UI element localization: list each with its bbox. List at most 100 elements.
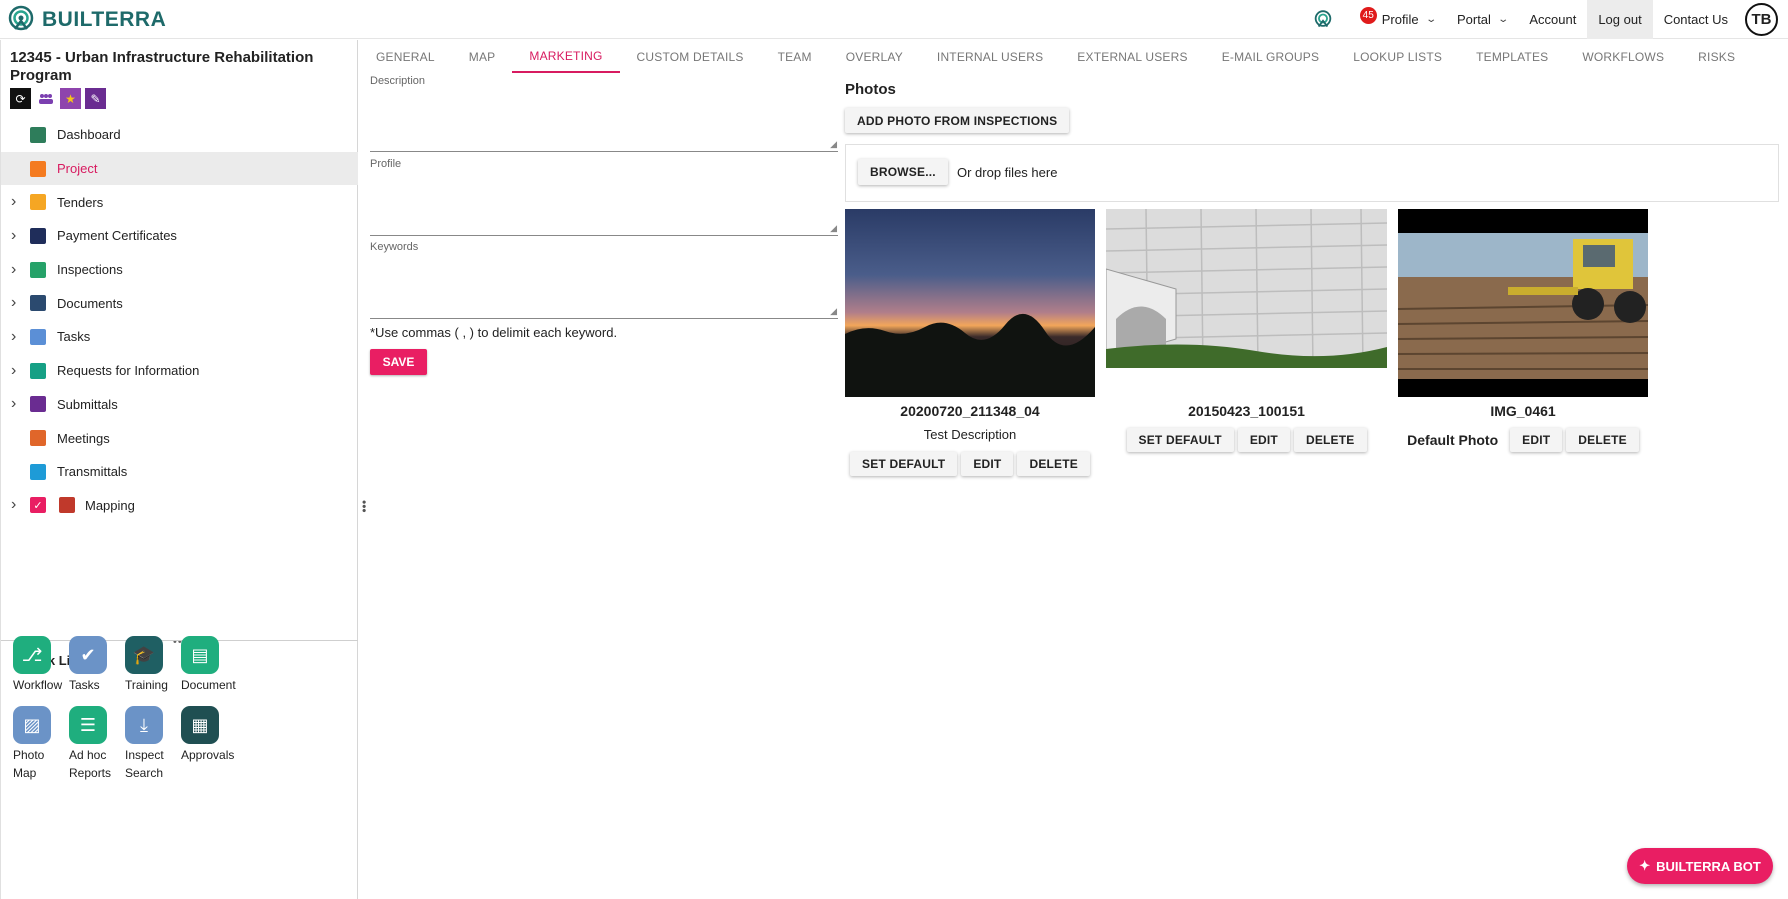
rfi-icon (30, 362, 46, 379)
edit-button[interactable]: EDIT (961, 452, 1014, 476)
chevron-right-icon[interactable]: › (11, 496, 16, 514)
quick-link-training[interactable]: 🎓 Training (125, 636, 183, 694)
builterra-logo[interactable]: BUILTERRA (6, 5, 166, 35)
delete-button[interactable]: DELETE (1017, 452, 1090, 476)
checkbox-icon[interactable]: ✓ (30, 497, 46, 514)
resize-grip-icon[interactable]: ◢ (830, 306, 837, 317)
keywords-hint: *Use commas ( , ) to delimit each keywor… (370, 325, 618, 340)
sidebar-item-tenders[interactable]: › Tenders (1, 185, 358, 219)
quick-link-label: Training (125, 678, 168, 692)
delete-button[interactable]: DELETE (1566, 428, 1639, 452)
tab-team[interactable]: TEAM (761, 40, 829, 73)
file-dropzone[interactable]: BROWSE... Or drop files here (845, 144, 1779, 202)
builterra-bot-button[interactable]: ✦ BUILTERRA BOT (1627, 848, 1773, 884)
account-link[interactable]: Account (1518, 0, 1587, 39)
vertical-splitter-handle[interactable]: ••• (357, 500, 371, 513)
resize-grip-icon[interactable]: ◢ (830, 223, 837, 234)
sidebar-item-requests-for-information[interactable]: › Requests for Information (1, 354, 358, 388)
edit-note-icon[interactable]: ✎ (85, 88, 106, 109)
quick-link-tasks[interactable]: ✔ Tasks (69, 636, 127, 694)
documents-icon (30, 295, 46, 312)
sidebar-item-label: Dashboard (57, 127, 121, 143)
description-field[interactable]: ◢ (370, 92, 838, 152)
users-icon[interactable] (35, 88, 56, 109)
quick-link-label: Approvals (181, 748, 235, 762)
quick-link-workflow[interactable]: ⎇ Workflow (13, 636, 71, 694)
resize-grip-icon[interactable]: ◢ (830, 139, 837, 150)
add-photo-from-inspections-button[interactable]: ADD PHOTO FROM INSPECTIONS (845, 108, 1070, 133)
sidebar-item-documents[interactable]: › Documents (1, 286, 358, 320)
tab-marketing[interactable]: MARKETING (512, 40, 620, 73)
profile-menu[interactable]: 45 Profile ⌄ (1350, 0, 1446, 39)
tab-templates[interactable]: TEMPLATES (1459, 40, 1565, 73)
tasks-check-icon[interactable]: ✔ (69, 636, 107, 674)
photo-map-icon[interactable]: ▨ (13, 706, 51, 744)
tab-map[interactable]: MAP (452, 40, 513, 73)
set-default-button[interactable]: SET DEFAULT (850, 452, 958, 476)
quick-link-ad-hoc-reports[interactable]: ☰ Ad hoc Reports (69, 706, 127, 782)
project-quick-icons: ⟳ ★ ✎ (10, 88, 106, 109)
brand-mini-icon[interactable] (1300, 0, 1350, 39)
refresh-icon[interactable]: ⟳ (10, 88, 31, 109)
sidebar-item-tasks[interactable]: › Tasks (1, 320, 358, 354)
star-icon[interactable]: ★ (60, 88, 81, 109)
logout-link[interactable]: Log out (1587, 0, 1653, 39)
sunset-photo[interactable] (845, 209, 1095, 397)
sidebar-item-dashboard[interactable]: Dashboard (1, 118, 358, 152)
tab-e-mail-groups[interactable]: E-MAIL GROUPS (1205, 40, 1337, 73)
sidebar-item-label: Tenders (57, 194, 104, 210)
tab-external-users[interactable]: EXTERNAL USERS (1060, 40, 1204, 73)
sidebar-item-inspections[interactable]: › Inspections (1, 253, 358, 287)
wall-photo[interactable] (1106, 209, 1387, 368)
sidebar-item-project[interactable]: Project (1, 151, 358, 186)
quick-link-inspect-search[interactable]: ⤓ Inspect Search (125, 706, 183, 782)
grader-photo[interactable] (1398, 209, 1648, 397)
document-tray-icon[interactable]: ▤ (181, 636, 219, 674)
sidebar-item-submittals[interactable]: › Submittals (1, 388, 358, 422)
tab-workflows[interactable]: WORKFLOWS (1565, 40, 1681, 73)
save-button[interactable]: SAVE (370, 349, 427, 375)
user-avatar[interactable]: TB (1745, 3, 1778, 36)
profile-field[interactable]: ◢ (370, 176, 838, 236)
keywords-field[interactable]: ◢ (370, 259, 838, 319)
quick-link-approvals[interactable]: ▦ Approvals (181, 706, 239, 764)
sidebar-item-label: Project (57, 161, 98, 177)
tab-custom-details[interactable]: CUSTOM DETAILS (620, 40, 761, 73)
delete-button[interactable]: DELETE (1293, 428, 1367, 452)
tab-overlay[interactable]: OVERLAY (829, 40, 920, 73)
sidebar-item-transmittals[interactable]: Transmittals (1, 455, 358, 489)
training-cap-icon[interactable]: 🎓 (125, 636, 163, 674)
tab-internal-users[interactable]: INTERNAL USERS (920, 40, 1060, 73)
notification-badge[interactable]: 45 (1359, 7, 1377, 24)
chevron-right-icon[interactable]: › (11, 362, 16, 380)
sidebar-item-payment-certificates[interactable]: › Payment Certificates (1, 219, 358, 253)
chevron-right-icon[interactable]: › (11, 328, 16, 346)
project-title: 12345 - Urban Infrastructure Rehabilitat… (10, 49, 314, 84)
chevron-right-icon[interactable]: › (11, 294, 16, 312)
tab-lookup-lists[interactable]: LOOKUP LISTS (1336, 40, 1459, 73)
edit-button[interactable]: EDIT (1237, 428, 1290, 452)
approvals-icon[interactable]: ▦ (181, 706, 219, 744)
sidebar-item-meetings[interactable]: Meetings (1, 421, 358, 455)
chevron-right-icon[interactable]: › (11, 227, 16, 245)
photo-actions: Default Photo EDIT DELETE (1398, 428, 1648, 452)
workflow-icon[interactable]: ⎇ (13, 636, 51, 674)
browse-button[interactable]: BROWSE... (858, 159, 948, 185)
tab-general[interactable]: GENERAL (359, 40, 452, 73)
transmittals-icon (30, 463, 46, 480)
chevron-right-icon[interactable]: › (11, 193, 16, 211)
reports-icon[interactable]: ☰ (69, 706, 107, 744)
sidebar-item-mapping[interactable]: › ✓ Mapping (1, 489, 358, 523)
quick-link-photo-map[interactable]: ▨ Photo Map (13, 706, 71, 782)
set-default-button[interactable]: SET DEFAULT (1126, 428, 1234, 452)
edit-button[interactable]: EDIT (1510, 428, 1563, 452)
download-icon[interactable]: ⤓ (125, 706, 163, 744)
tab-risks[interactable]: RISKS (1681, 40, 1752, 73)
portal-menu[interactable]: Portal ⌄ (1446, 0, 1518, 39)
contact-link[interactable]: Contact Us (1653, 0, 1739, 39)
builterra-bot-label: BUILTERRA BOT (1656, 858, 1761, 874)
chevron-right-icon[interactable]: › (11, 261, 16, 279)
quick-link-document[interactable]: ▤ Document (181, 636, 239, 694)
chevron-right-icon[interactable]: › (11, 395, 16, 413)
tenders-icon (30, 194, 46, 211)
